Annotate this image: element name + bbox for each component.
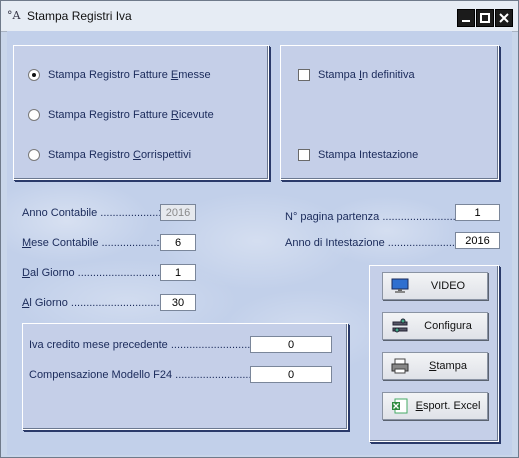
radio-label: Stampa Registro Corrispettivi — [48, 149, 192, 161]
radio-label: Stampa Registro Fatture Ricevute — [48, 109, 214, 121]
anno-contabile-label: Anno Contabile ...................: — [22, 207, 162, 219]
checkbox-label: Stampa Intestazione — [318, 149, 419, 161]
app-icon[interactable]: °A — [7, 9, 23, 23]
esport-excel-button[interactable]: Esport. Excel — [382, 392, 488, 420]
registri-group: Stampa Registro Fatture Emesse Stampa Re… — [13, 45, 269, 180]
checkbox-intestazione[interactable]: Stampa Intestazione — [298, 149, 418, 161]
mese-contabile-field[interactable]: 6 — [160, 234, 196, 251]
checkbox-in-definitiva[interactable]: Stampa In definitiva — [298, 69, 415, 81]
dal-giorno-field[interactable]: 1 — [160, 264, 196, 281]
radio-label: Stampa Registro Fatture Emesse — [48, 69, 211, 81]
actions-group: VIDEO Configura Stampa Esport. Excel — [369, 265, 499, 442]
checkbox-label: Stampa In definitiva — [318, 69, 415, 81]
anno-intestazione-field[interactable]: 2016 — [455, 232, 500, 249]
radio-fatture-emesse[interactable]: Stampa Registro Fatture Emesse — [28, 69, 211, 81]
configura-button[interactable]: Configura — [382, 312, 488, 340]
settings-tools-icon — [392, 318, 408, 333]
iva-credito-field[interactable]: 0 — [250, 336, 332, 353]
maximize-icon — [480, 13, 490, 23]
maximize-button[interactable] — [476, 9, 494, 27]
compensazione-field[interactable]: 0 — [250, 366, 332, 383]
radio-corrispettivi[interactable]: Stampa Registro Corrispettivi — [28, 149, 191, 161]
opzioni-group: Stampa In definitiva Stampa Intestazione — [280, 45, 499, 180]
pagina-partenza-label: N° pagina partenza .....................… — [285, 211, 462, 223]
video-button[interactable]: VIDEO — [382, 272, 488, 300]
stampa-label: Stampa — [429, 360, 467, 372]
title-bar: °A Stampa Registri Iva — [1, 1, 518, 32]
anno-intestazione-label: Anno di Intestazione ...................… — [285, 237, 459, 249]
radio-button[interactable] — [28, 149, 40, 161]
radio-button-selected[interactable] — [28, 69, 40, 81]
minimize-button[interactable] — [457, 9, 475, 27]
mese-contabile-label: Mese Contabile ..................: — [22, 237, 160, 249]
form-body: Stampa Registro Fatture Emesse Stampa Re… — [7, 31, 512, 455]
checkbox[interactable] — [298, 69, 310, 81]
monitor-icon — [391, 278, 409, 293]
stampa-registri-iva-window: °A Stampa Registri Iva Stampa Registro F… — [0, 0, 519, 458]
stampa-button[interactable]: Stampa — [382, 352, 488, 380]
minimize-icon — [462, 20, 470, 22]
al-giorno-label: Al Giorno ..............................… — [22, 297, 166, 309]
window-title: Stampa Registri Iva — [27, 9, 132, 23]
iva-credito-group: Iva credito mese precedente ............… — [22, 323, 348, 430]
iva-credito-label: Iva credito mese precedente ............… — [29, 339, 254, 351]
radio-fatture-ricevute[interactable]: Stampa Registro Fatture Ricevute — [28, 109, 214, 121]
anno-contabile-field: 2016 — [160, 204, 196, 221]
close-button[interactable] — [495, 9, 513, 27]
close-icon — [499, 13, 509, 23]
printer-icon — [391, 358, 409, 374]
radio-button[interactable] — [28, 109, 40, 121]
excel-icon — [392, 398, 408, 414]
esport-excel-label: Esport. Excel — [415, 400, 481, 412]
al-giorno-field[interactable]: 30 — [160, 294, 196, 311]
dal-giorno-label: Dal Giorno ............................: — [22, 267, 167, 279]
checkbox[interactable] — [298, 149, 310, 161]
compensazione-label: Compensazione Modello F24 ..............… — [29, 369, 258, 381]
pagina-partenza-field[interactable]: 1 — [455, 204, 500, 221]
